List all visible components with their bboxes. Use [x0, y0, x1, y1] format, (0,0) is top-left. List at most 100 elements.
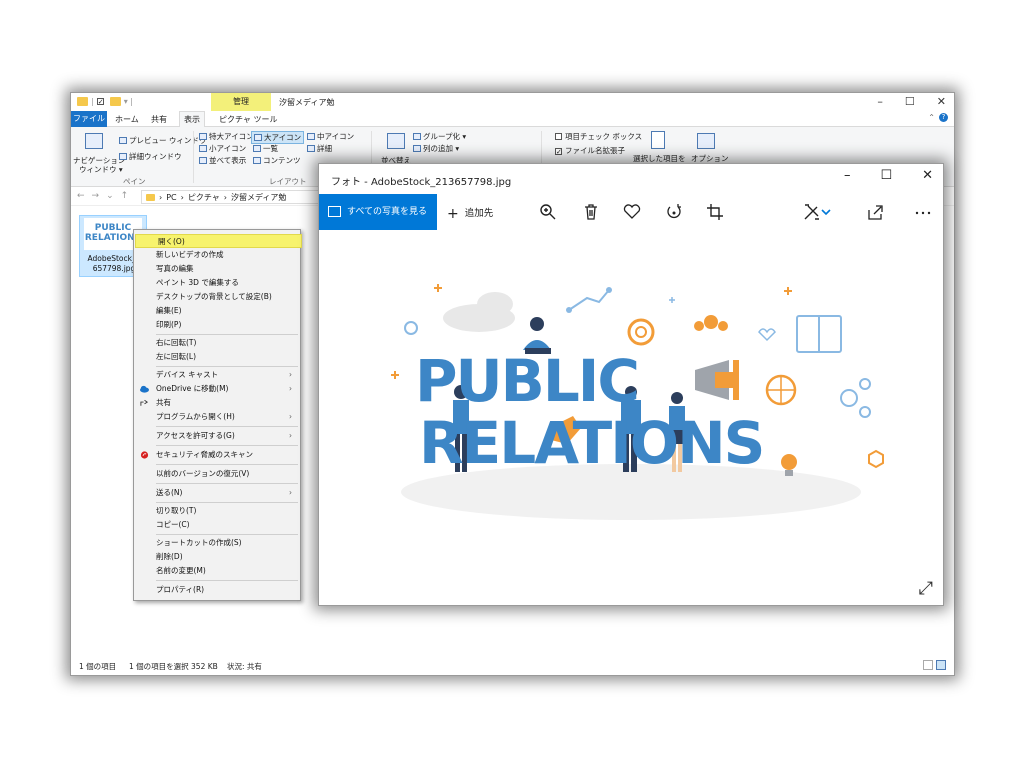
hide-selected-icon[interactable] [651, 131, 665, 149]
collapse-ribbon-icon[interactable]: ⌃ [928, 113, 935, 122]
photos-window-controls: – ☐ ✕ [844, 168, 933, 183]
chevron-down-icon[interactable] [820, 202, 832, 222]
maximize-icon[interactable]: ☐ [880, 168, 892, 183]
delete-icon[interactable] [581, 202, 601, 222]
large-icons-view-icon[interactable] [936, 660, 946, 670]
extra-large-icons-icon [199, 133, 207, 140]
menu-item-security-scan[interactable]: セキュリティ脅威のスキャン [134, 448, 300, 462]
status-selected: 1 個の項目を選択 352 KB [129, 662, 218, 671]
illustration-text-relations: RELATIONS [419, 409, 765, 477]
options-icon[interactable] [697, 133, 715, 149]
properties-icon[interactable]: ✓ [96, 98, 104, 106]
close-icon[interactable]: ✕ [937, 95, 946, 108]
navigation-pane-label-2[interactable]: ウィンドウ ▾ [79, 164, 123, 175]
menu-item-edit-photo[interactable]: 写真の編集 [134, 262, 300, 276]
medium-icons-option[interactable]: 中アイコン [307, 131, 354, 142]
menu-item-properties[interactable]: プロパティ(R) [134, 583, 300, 597]
extra-large-icons-option[interactable]: 特大アイコン [199, 131, 254, 142]
back-icon[interactable]: ← [77, 191, 85, 201]
group-by-label: グループ化 ▾ [423, 132, 467, 141]
close-icon[interactable]: ✕ [922, 168, 933, 183]
photos-window: フォト - AdobeStock_213657798.jpg – ☐ ✕ すべて… [318, 163, 944, 606]
add-columns-button[interactable]: 列の追加 ▾ [413, 143, 459, 154]
divider [193, 131, 194, 183]
onedrive-label: OneDrive に移動(M) [156, 384, 229, 393]
menu-item-cast-to-device[interactable]: デバイス キャスト › [134, 368, 300, 382]
file-extensions-option[interactable]: ✓ ファイル名拡張子 [555, 145, 625, 156]
menu-item-send-to[interactable]: 送る(N) › [134, 486, 300, 500]
details-icon [307, 145, 315, 152]
photo-canvas[interactable]: PUBLIC RELATIONS ⤢ [319, 230, 943, 605]
help-icon[interactable]: ? [939, 113, 948, 122]
edit-create-icon[interactable] [802, 202, 822, 222]
favorite-heart-icon[interactable] [622, 202, 642, 222]
menu-item-share[interactable]: 共有 [134, 396, 300, 410]
menu-item-cut[interactable]: 切り取り(T) [134, 504, 300, 518]
minimize-icon[interactable]: – [877, 95, 883, 108]
group-by-icon [413, 133, 421, 140]
recent-locations-icon[interactable]: ⌄ [106, 191, 114, 201]
menu-item-copy[interactable]: コピー(C) [134, 518, 300, 532]
menu-item-open[interactable]: 開く(O) [135, 234, 302, 248]
tab-share[interactable]: 共有 [151, 114, 167, 125]
menu-item-give-access[interactable]: アクセスを許可する(G) › [134, 429, 300, 443]
tiles-icon [199, 157, 207, 164]
tiles-option[interactable]: 並べて表示 [199, 155, 246, 166]
details-pane-label: 詳細ウィンドウ [129, 152, 182, 161]
menu-item-print[interactable]: 印刷(P) [134, 318, 300, 332]
breadcrumb-pictures[interactable]: ピクチャ [188, 192, 220, 203]
expand-fullscreen-icon[interactable]: ⤢ [919, 578, 933, 599]
menu-separator [156, 334, 298, 335]
menu-item-set-background[interactable]: デスクトップの背景として設定(B) [134, 290, 300, 304]
menu-item-restore-versions[interactable]: 以前のバージョンの復元(V) [134, 467, 300, 481]
rotate-icon[interactable] [664, 202, 684, 222]
see-all-photos-button[interactable]: すべての写真を見る [319, 194, 437, 230]
crop-icon[interactable] [705, 202, 725, 222]
large-icons-icon [254, 134, 262, 141]
group-by-button[interactable]: グループ化 ▾ [413, 131, 466, 142]
up-icon[interactable]: ↑ [121, 191, 129, 201]
tab-file[interactable]: ファイル [71, 111, 107, 127]
sort-by-icon[interactable] [387, 133, 405, 149]
tab-home[interactable]: ホーム [115, 114, 139, 125]
navigation-pane-icon[interactable] [85, 133, 103, 149]
content-option[interactable]: コンテンツ [253, 155, 301, 166]
add-to-button[interactable]: + 追加先 [447, 205, 493, 222]
tab-manage[interactable]: 管理 [211, 93, 271, 111]
minimize-icon[interactable]: – [844, 168, 851, 183]
tab-picture-tools[interactable]: ピクチャ ツール [219, 114, 277, 125]
item-check-boxes-option[interactable]: 項目チェック ボックス [555, 131, 642, 142]
details-pane-button[interactable]: 詳細ウィンドウ [119, 151, 182, 162]
menu-item-rotate-left[interactable]: 左に回転(L) [134, 350, 300, 364]
details-pane-icon [119, 153, 127, 160]
ribbon-tabs: ファイル ホーム 共有 表示 ピクチャ ツール ⌃ ? [71, 111, 954, 127]
maximize-icon[interactable]: ☐ [905, 95, 915, 108]
menu-item-create-shortcut[interactable]: ショートカットの作成(S) [134, 536, 300, 550]
photo-icon [328, 206, 341, 217]
menu-item-delete[interactable]: 削除(D) [134, 550, 300, 564]
details-view-icon[interactable] [923, 660, 933, 670]
list-option[interactable]: 一覧 [253, 143, 278, 154]
details-option[interactable]: 詳細 [307, 143, 332, 154]
menu-item-onedrive[interactable]: OneDrive に移動(M) › [134, 382, 300, 396]
forward-icon[interactable]: → [92, 191, 100, 201]
menu-item-rotate-right[interactable]: 右に回転(T) [134, 336, 300, 350]
share-icon[interactable] [865, 202, 885, 222]
tab-view[interactable]: 表示 [179, 111, 205, 127]
menu-item-create-video[interactable]: 新しいビデオの作成 [134, 248, 300, 262]
ribbon-help: ⌃ ? [928, 113, 948, 122]
small-icons-option[interactable]: 小アイコン [199, 143, 246, 154]
folder-icon [146, 193, 155, 201]
zoom-icon[interactable] [538, 202, 558, 222]
menu-separator [156, 502, 298, 503]
large-icons-label: 大アイコン [264, 133, 302, 142]
customize-qa-icon[interactable]: ▾ | [124, 97, 133, 106]
new-folder-icon[interactable] [109, 97, 121, 106]
more-options-icon[interactable] [913, 202, 933, 222]
breadcrumb-folder[interactable]: 汐留メディア勉 [231, 192, 286, 203]
breadcrumb-pc[interactable]: PC [166, 193, 176, 202]
menu-item-rename[interactable]: 名前の変更(M) [134, 564, 300, 578]
menu-item-edit[interactable]: 編集(E) [134, 304, 300, 318]
menu-item-paint-3d[interactable]: ペイント 3D で編集する [134, 276, 300, 290]
menu-item-open-with[interactable]: プログラムから開く(H) › [134, 410, 300, 424]
